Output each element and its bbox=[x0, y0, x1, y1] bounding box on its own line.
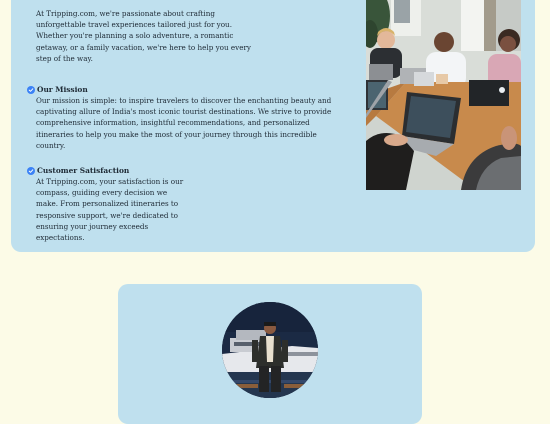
team-meeting-photo bbox=[366, 0, 521, 190]
mission-heading: Our Mission bbox=[27, 84, 88, 95]
check-badge-icon bbox=[27, 85, 35, 94]
satisfaction-title: Customer Satisfaction bbox=[37, 166, 130, 175]
founder-avatar bbox=[222, 302, 318, 398]
about-intro-text: At Tripping.com, we're passionate about … bbox=[36, 9, 251, 63]
mission-body-text: Our mission is simple: to inspire travel… bbox=[36, 96, 332, 150]
satisfaction-heading: Customer Satisfaction bbox=[27, 165, 129, 176]
satisfaction-body-text: At Tripping.com, your satisfaction is ou… bbox=[36, 177, 184, 243]
check-badge-icon bbox=[27, 166, 35, 175]
mission-title: Our Mission bbox=[37, 85, 88, 94]
